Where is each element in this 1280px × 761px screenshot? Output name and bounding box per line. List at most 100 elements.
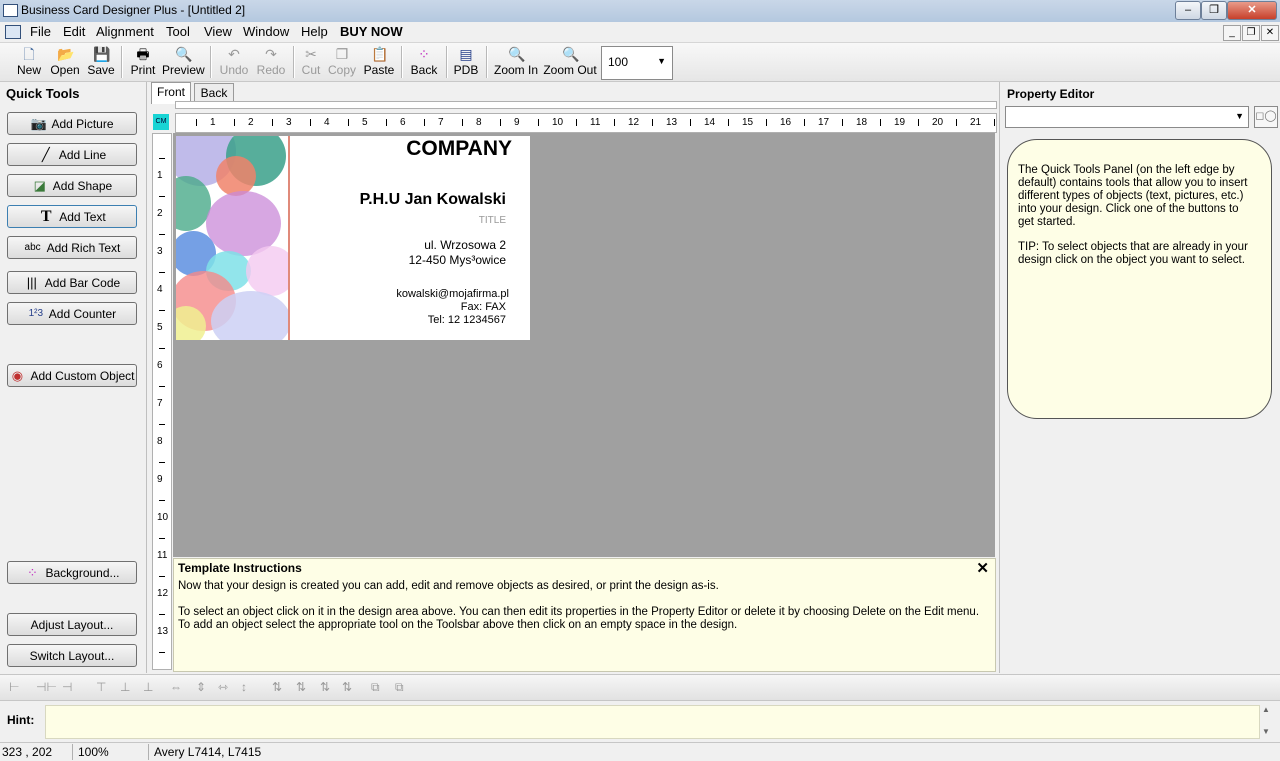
add-text-button[interactable]: T Add Text bbox=[7, 205, 137, 228]
card-divider-line[interactable] bbox=[288, 136, 290, 340]
minimize-button[interactable]: – bbox=[1175, 1, 1201, 20]
distribute-icon[interactable]: ⇅ bbox=[320, 680, 330, 694]
copy-button[interactable]: ❐ Copy bbox=[326, 45, 358, 79]
redo-icon: ↷ bbox=[265, 46, 277, 62]
ruler-tick bbox=[880, 119, 881, 126]
card-tel[interactable]: Tel: 12 1234567 bbox=[428, 314, 506, 326]
align-middle-icon[interactable]: ⊥ bbox=[120, 680, 130, 694]
zoom-out-button[interactable]: 🔍 Zoom Out bbox=[543, 45, 597, 79]
zoom-select[interactable]: 100 ▼ bbox=[601, 46, 673, 80]
hint-label: Hint: bbox=[7, 713, 35, 727]
distribute-icon[interactable]: ⇅ bbox=[272, 680, 282, 694]
scroll-up-icon[interactable]: ▲ bbox=[1262, 705, 1270, 714]
card-fax[interactable]: Fax: FAX bbox=[461, 301, 506, 313]
ruler-tick bbox=[159, 272, 165, 273]
menu-buy-now[interactable]: BUY NOW bbox=[340, 24, 403, 39]
ruler-tick bbox=[804, 119, 805, 126]
ruler-unit[interactable]: CM bbox=[153, 114, 169, 130]
space-horizontal-icon[interactable]: ⇔ bbox=[170, 680, 182, 694]
background-button-panel[interactable]: ⁘ Background... bbox=[7, 561, 137, 584]
business-card[interactable]: COMPANY P.H.U Jan Kowalski TITLE ul. Wrz… bbox=[176, 136, 530, 340]
menu-view[interactable]: View bbox=[204, 24, 232, 39]
zoom-in-button[interactable]: 🔍 Zoom In bbox=[493, 45, 539, 79]
same-height-icon[interactable]: ↕ bbox=[241, 680, 247, 694]
align-bottom-icon[interactable]: ⊥ bbox=[143, 680, 153, 694]
property-object-select[interactable]: ▼ bbox=[1005, 106, 1249, 128]
app-icon bbox=[3, 4, 18, 17]
card-street[interactable]: ul. Wrzosowa 2 bbox=[424, 238, 506, 252]
add-custom-object-button[interactable]: ◉ Add Custom Object bbox=[7, 364, 137, 387]
space-vertical-icon[interactable]: ⇕ bbox=[196, 680, 206, 694]
open-button[interactable]: 📂 Open bbox=[48, 45, 82, 79]
distribute-icon[interactable]: ⇅ bbox=[342, 680, 352, 694]
print-button[interactable]: 🖶 Print bbox=[127, 45, 159, 79]
document-icon[interactable] bbox=[5, 25, 21, 39]
menu-bar: File Edit Alignment Tool View Window Hel… bbox=[0, 22, 1280, 43]
switch-layout-button[interactable]: Switch Layout... bbox=[7, 644, 137, 667]
menu-help[interactable]: Help bbox=[301, 24, 328, 39]
add-shape-button[interactable]: ◪ Add Shape bbox=[7, 174, 137, 197]
mdi-minimize-button[interactable]: _ bbox=[1223, 25, 1241, 41]
align-center-icon[interactable]: ⊣⊢ bbox=[36, 680, 57, 694]
undo-button[interactable]: ↶ Undo bbox=[217, 45, 251, 79]
property-editor-title: Property Editor bbox=[1007, 87, 1095, 101]
menu-window[interactable]: Window bbox=[243, 24, 289, 39]
help-paragraph: TIP: To select objects that are already … bbox=[1018, 241, 1248, 266]
maximize-button[interactable]: ❐ bbox=[1201, 1, 1227, 20]
align-top-icon[interactable]: ⊤ bbox=[96, 680, 106, 694]
menu-edit[interactable]: Edit bbox=[63, 24, 85, 39]
paste-button[interactable]: 📋 Paste bbox=[362, 45, 396, 79]
background-button[interactable]: ⁘ Back bbox=[407, 45, 441, 79]
mdi-restore-button[interactable]: ❐ bbox=[1242, 25, 1260, 41]
card-email[interactable]: kowalski@mojafirma.pl bbox=[396, 288, 509, 300]
bring-forward-icon[interactable]: ⧉ bbox=[371, 680, 380, 695]
preview-button[interactable]: 🔍 Preview bbox=[162, 45, 205, 79]
redo-button[interactable]: ↷ Redo bbox=[254, 45, 288, 79]
ruler-tick bbox=[159, 234, 165, 235]
card-company[interactable]: COMPANY bbox=[406, 137, 512, 161]
camera-icon: 📷 bbox=[30, 115, 47, 131]
ruler-label: 1 bbox=[157, 170, 163, 181]
align-left-icon[interactable]: ⊢ bbox=[9, 680, 19, 694]
card-name[interactable]: P.H.U Jan Kowalski bbox=[360, 191, 506, 209]
close-button[interactable]: ✕ bbox=[1227, 1, 1277, 20]
menu-file[interactable]: File bbox=[30, 24, 51, 39]
save-button[interactable]: 💾 Save bbox=[84, 45, 118, 79]
add-counter-button[interactable]: 1²3 Add Counter bbox=[7, 302, 137, 325]
ruler-tick bbox=[386, 119, 387, 126]
send-backward-icon[interactable]: ⧉ bbox=[395, 680, 404, 695]
ruler-label: 8 bbox=[157, 436, 163, 447]
menu-tool[interactable]: Tool bbox=[166, 24, 190, 39]
toolbar-separator bbox=[293, 46, 295, 78]
adjust-layout-button[interactable]: Adjust Layout... bbox=[7, 613, 137, 636]
new-button[interactable]: 🗋 New bbox=[12, 45, 46, 79]
card-title[interactable]: TITLE bbox=[479, 215, 506, 226]
tab-back[interactable]: Back bbox=[194, 83, 234, 103]
add-picture-button[interactable]: 📷 Add Picture bbox=[7, 112, 137, 135]
mdi-close-button[interactable]: ✕ bbox=[1261, 25, 1279, 41]
same-width-icon[interactable]: ⇿ bbox=[218, 680, 228, 694]
scroll-down-icon[interactable]: ▼ bbox=[1262, 727, 1270, 736]
ruler-label: 2 bbox=[248, 117, 254, 128]
ruler-label: 4 bbox=[157, 284, 163, 295]
card-bubble-graphic[interactable] bbox=[176, 136, 288, 340]
ruler-tick bbox=[196, 119, 197, 126]
quick-tools-title: Quick Tools bbox=[6, 86, 80, 101]
distribute-icon[interactable]: ⇅ bbox=[296, 680, 306, 694]
ruler-label: 17 bbox=[818, 117, 830, 128]
add-rich-text-button[interactable]: abc Add Rich Text bbox=[7, 236, 137, 259]
window-title: Business Card Designer Plus - [Untitled … bbox=[21, 3, 246, 17]
property-options-button[interactable]: ◻◯ bbox=[1254, 106, 1278, 128]
menu-alignment[interactable]: Alignment bbox=[96, 24, 154, 39]
close-icon[interactable]: ✕ bbox=[976, 559, 989, 577]
open-folder-icon: 📂 bbox=[57, 46, 75, 62]
add-bar-code-button[interactable]: ||| Add Bar Code bbox=[7, 271, 137, 294]
card-city[interactable]: 12-450 Mys³owice bbox=[409, 253, 506, 267]
align-right-icon[interactable]: ⊣ bbox=[62, 680, 72, 694]
pdb-button[interactable]: ▤ PDB bbox=[451, 45, 481, 79]
add-line-button[interactable]: ╱ Add Line bbox=[7, 143, 137, 166]
cut-button[interactable]: ✂ Cut bbox=[298, 45, 324, 79]
ruler-tick bbox=[159, 652, 165, 653]
ruler-label: 2 bbox=[157, 208, 163, 219]
toolbar-separator bbox=[121, 46, 123, 78]
